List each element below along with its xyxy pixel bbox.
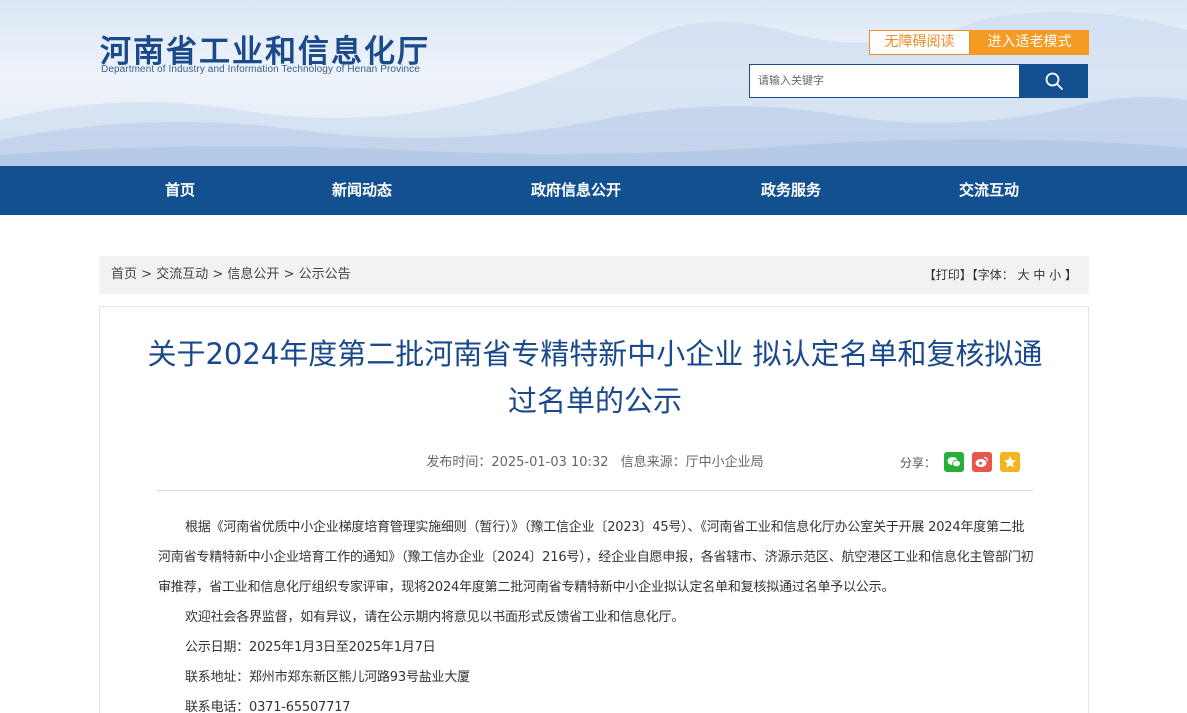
info-source: 信息来源：厅中小企业局 (620, 455, 764, 470)
article-paragraph: 联系电话：0371-65507717 (185, 700, 351, 713)
nav-item-news[interactable]: 新闻动态 (312, 166, 412, 215)
favorite-icon[interactable] (1000, 452, 1021, 472)
search-input[interactable]: 请输入关键字 (749, 64, 1020, 98)
site-logo-en: Department of Industry and Information T… (101, 64, 420, 75)
print-font-tools[interactable]: 【打印】【字体： 大 中 小 】 (924, 256, 1077, 294)
nav-item-interaction[interactable]: 交流互动 (938, 166, 1040, 215)
article-body: 根据《河南省优质中小企业梯度培育管理实施细则（暂行）》（豫工信企业〔2023〕4… (158, 513, 1034, 713)
breadcrumb-info[interactable]: 信息公开 (227, 267, 279, 282)
breadcrumb-home[interactable]: 首页 (111, 267, 137, 282)
site-header: 河南省工业和信息化厅 Department of Industry and In… (0, 0, 1187, 166)
article-panel: 关于2024年度第二批河南省专精特新中小企业 拟认定名单和复核拟通过名单的公示 … (99, 306, 1089, 713)
breadcrumb-notice[interactable]: 公示公告 (299, 267, 351, 282)
share-bar: 分享： (900, 451, 1021, 473)
article-paragraph: 根据《河南省优质中小企业梯度培育管理实施细则（暂行）》（豫工信企业〔2023〕4… (158, 520, 1034, 595)
share-label: 分享： (900, 455, 937, 470)
article-paragraph: 联系地址：郑州市郑东新区熊儿河路93号盐业大厦 (185, 670, 470, 685)
elder-mode-button[interactable]: 进入适老模式 (970, 30, 1089, 55)
breadcrumb: 首页 > 交流互动 > 信息公开 > 公示公告 【打印】【字体： 大 中 小 】 (99, 256, 1089, 294)
weibo-icon[interactable] (972, 452, 993, 472)
breadcrumb-separator: > (212, 267, 224, 282)
article-title: 关于2024年度第二批河南省专精特新中小企业 拟认定名单和复核拟通过名单的公示 (147, 337, 1043, 418)
divider (157, 490, 1033, 491)
article-paragraph: 公示日期：2025年1月3日至2025年1月7日 (185, 640, 436, 655)
search-icon (1045, 72, 1063, 90)
accessibility-button[interactable]: 无障碍阅读 (869, 30, 970, 55)
breadcrumb-separator: > (141, 267, 153, 282)
publish-time: 发布时间：2025-01-03 10:32 (426, 455, 609, 470)
search-button[interactable] (1019, 64, 1088, 98)
wechat-icon[interactable] (944, 452, 965, 472)
nav-item-services[interactable]: 政务服务 (740, 166, 842, 215)
nav-item-gov-info[interactable]: 政府信息公开 (506, 166, 646, 215)
breadcrumb-interaction[interactable]: 交流互动 (156, 267, 208, 282)
main-nav: 首页 新闻动态 政府信息公开 政务服务 交流互动 (0, 166, 1187, 215)
breadcrumb-trail: 首页 > 交流互动 > 信息公开 > 公示公告 (111, 256, 351, 294)
nav-item-home[interactable]: 首页 (130, 166, 230, 215)
article-paragraph: 欢迎社会各界监督，如有异议，请在公示期内将意见以书面形式反馈省工业和信息化厅。 (185, 610, 685, 625)
breadcrumb-separator: > (283, 267, 295, 282)
